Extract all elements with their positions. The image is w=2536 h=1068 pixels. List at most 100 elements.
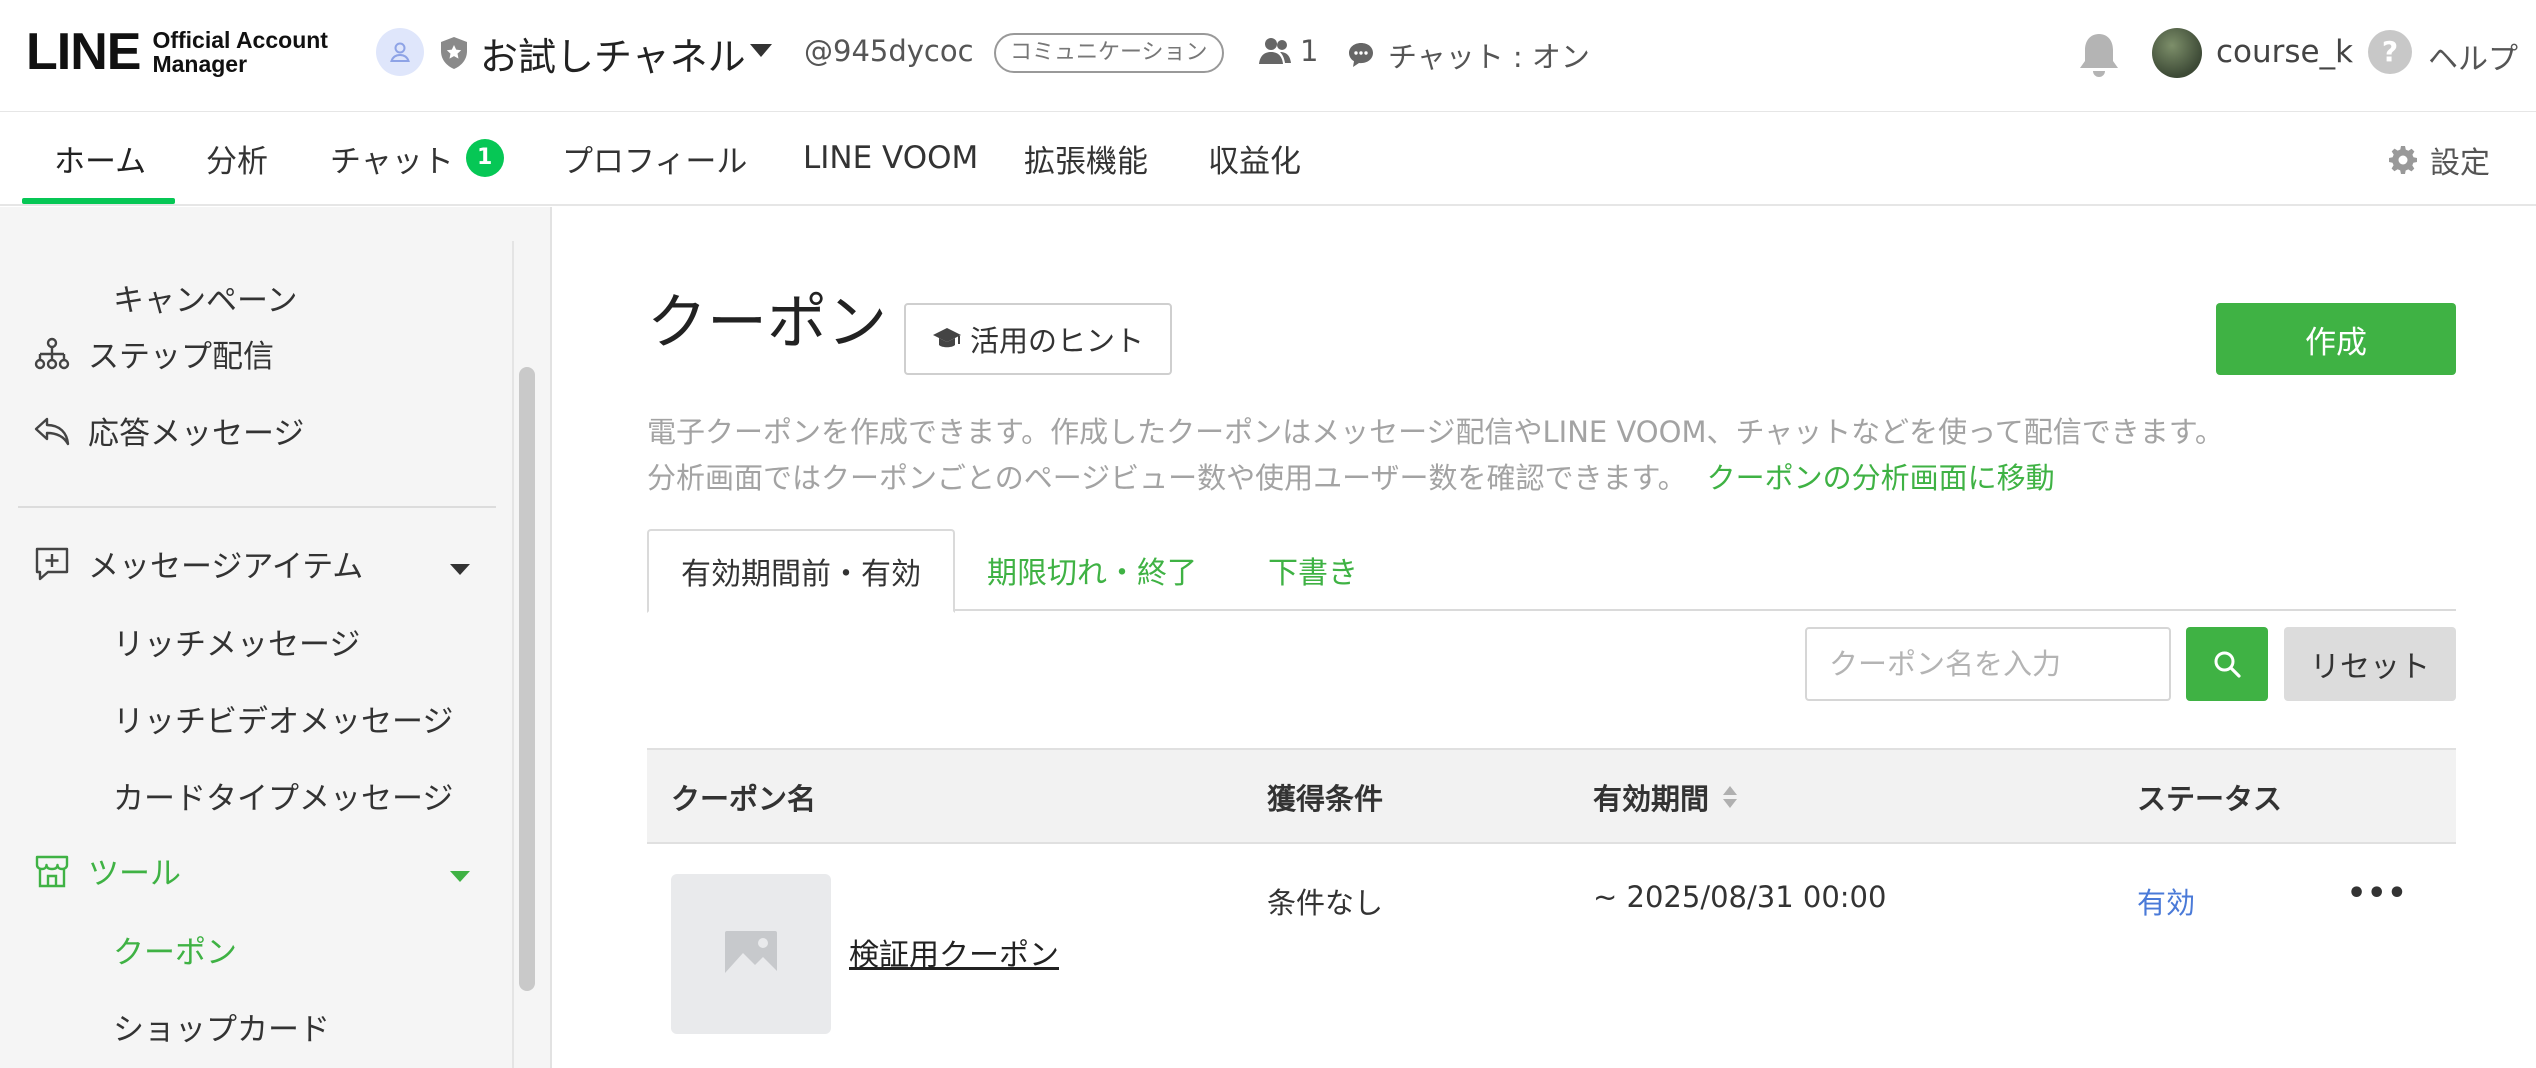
settings-link[interactable]: 設定: [2388, 138, 2490, 182]
chat-status-label: チャット : オン: [1388, 40, 1590, 74]
coupon-name-link[interactable]: 検証用クーポン: [849, 930, 1059, 974]
account-avatar[interactable]: [376, 28, 424, 76]
person-icon: [390, 42, 410, 62]
nav-tab-chat[interactable]: チャット 1: [330, 112, 504, 204]
verified-shield-icon: [441, 37, 467, 69]
column-header-status: ステータス: [2137, 782, 2283, 816]
page-title: クーポン: [647, 288, 887, 358]
sidebar-divider: [18, 506, 496, 508]
sidebar-item-tools[interactable]: ツール: [0, 848, 181, 893]
sidebar-item-label: ツール: [88, 856, 181, 892]
sidebar-scroll-track: [512, 241, 514, 1068]
nav-tab-line-voom[interactable]: LINE VOOM: [803, 112, 978, 204]
nav-tab-analytics[interactable]: 分析: [206, 112, 268, 204]
tab-active-coupons[interactable]: 有効期間前・有効: [647, 529, 955, 613]
bell-icon[interactable]: [2076, 30, 2122, 78]
description-line-1: 電子クーポンを作成できます。作成したクーポンはメッセージ配信やLINE VOOM…: [647, 415, 2224, 449]
logo-line-text: LINE: [26, 23, 141, 81]
nav-active-indicator: [22, 198, 175, 204]
user-avatar[interactable]: [2152, 28, 2202, 78]
friends-count: 1: [1258, 34, 1318, 68]
account-name-switcher[interactable]: お試しチャネル: [480, 26, 746, 81]
search-button[interactable]: [2186, 627, 2268, 701]
coupon-period: ~ 2025/08/31 00:00: [1593, 880, 1887, 914]
friends-count-value: 1: [1300, 34, 1319, 68]
tab-draft-coupons[interactable]: 下書き: [1268, 529, 1358, 611]
main-nav: ホーム 分析 チャット 1 プロフィール LINE VOOM 拡張機能 収益化 …: [0, 112, 2536, 206]
column-header-condition: 獲得条件: [1267, 782, 1384, 816]
step-flow-icon: [30, 332, 74, 376]
sidebar-item-label: メッセージアイテム: [88, 549, 364, 585]
nav-tab-label: 分析: [206, 143, 268, 180]
image-placeholder-icon: [725, 931, 777, 977]
coupon-tabs: 有効期間前・有効 期限切れ・終了 下書き: [647, 529, 2456, 613]
table-header: クーポン名 獲得条件 有効期間 ステータス: [647, 748, 2456, 844]
message-plus-icon: [30, 542, 74, 586]
nav-tab-profile[interactable]: プロフィール: [562, 112, 747, 204]
usage-hints-button[interactable]: 活用のヒント: [904, 303, 1172, 375]
chevron-down-icon[interactable]: [450, 871, 470, 882]
settings-label: 設定: [2430, 146, 2490, 181]
reset-button[interactable]: リセット: [2284, 627, 2456, 701]
sidebar-item-rich-video-message[interactable]: リッチビデオメッセージ: [113, 696, 453, 741]
sidebar-item-label: 応答メッセージ: [88, 416, 305, 452]
sidebar-item-message-items[interactable]: メッセージアイテム: [0, 541, 363, 586]
unread-badge: 1: [465, 139, 504, 177]
sidebar-item-card-type-message[interactable]: カードタイプメッセージ: [113, 773, 453, 818]
column-header-coupon-name: クーポン名: [671, 782, 817, 816]
user-name[interactable]: course_k: [2216, 34, 2353, 70]
sidebar-scrollbar[interactable]: [519, 367, 535, 991]
reply-icon: [30, 409, 74, 453]
line-oam-logo[interactable]: LINE Official Account Manager: [26, 26, 328, 78]
coupon-condition: 条件なし: [1267, 886, 1384, 920]
nav-tab-label: 拡張機能: [1024, 143, 1148, 180]
sidebar-item-step-delivery[interactable]: ステップ配信: [0, 331, 274, 376]
main-content: クーポン 活用のヒント 作成 電子クーポンを作成できます。作成したクーポンはメッ…: [554, 207, 2536, 1068]
column-header-period[interactable]: 有効期間: [1593, 750, 1739, 844]
nav-tab-label: チャット: [330, 143, 454, 180]
column-header-period-label: 有効期間: [1593, 782, 1710, 816]
nav-tab-extensions[interactable]: 拡張機能: [1024, 112, 1148, 204]
nav-tab-monetization[interactable]: 収益化: [1208, 112, 1301, 204]
graduation-cap-icon: [932, 328, 961, 348]
sidebar-item-shop-card[interactable]: ショップカード: [113, 1004, 330, 1049]
sidebar-item-auto-reply[interactable]: 応答メッセージ: [0, 408, 304, 453]
description-text: 分析画面ではクーポンごとのページビュー数や使用ユーザー数を確認できます。: [647, 461, 1687, 495]
help-icon[interactable]: ?: [2368, 30, 2412, 74]
top-header: LINE Official Account Manager お試しチャネル @9…: [0, 0, 2536, 112]
logo-sub-text: Official Account Manager: [152, 28, 328, 76]
usage-hints-label: 活用のヒント: [969, 324, 1144, 358]
nav-tab-label: ホーム: [54, 143, 147, 180]
account-category-badge: コミュニケーション: [994, 33, 1224, 73]
nav-tab-label: LINE VOOM: [803, 140, 979, 176]
coupon-thumbnail: [671, 874, 831, 1034]
chat-bubble-icon: [1349, 43, 1373, 67]
sort-icon: [1723, 786, 1738, 808]
nav-tab-label: 収益化: [1208, 143, 1301, 180]
gear-icon: [2389, 146, 2417, 174]
coupon-search-input[interactable]: [1805, 627, 2171, 701]
chevron-down-icon[interactable]: [450, 564, 470, 575]
tab-expired-coupons[interactable]: 期限切れ・終了: [987, 529, 1197, 611]
nav-tab-home[interactable]: ホーム: [54, 112, 146, 204]
sidebar-item-coupon[interactable]: クーポン: [113, 927, 237, 972]
people-icon: [1259, 38, 1291, 64]
coupon-analytics-link[interactable]: クーポンの分析画面に移動: [1707, 461, 2055, 495]
description-line-2: 分析画面ではクーポンごとのページビュー数や使用ユーザー数を確認できます。 クーポン…: [647, 455, 2055, 497]
sidebar-item-rich-message[interactable]: リッチメッセージ: [113, 619, 360, 664]
store-icon: [30, 849, 74, 893]
table-row: 検証用クーポン 条件なし ~ 2025/08/31 00:00 有効 •••: [647, 844, 2456, 1068]
more-options-icon[interactable]: •••: [2347, 876, 2408, 911]
coupon-status: 有効: [2137, 886, 2196, 920]
chevron-down-icon[interactable]: [750, 44, 772, 57]
chat-status[interactable]: チャット : オン: [1346, 34, 1590, 76]
create-button[interactable]: 作成: [2216, 303, 2456, 375]
logo-sub-line-1: Official Account: [152, 27, 328, 53]
account-id: @945dycoc: [804, 34, 974, 68]
sidebar: キャンペーン ステップ配信 応答メッセージ メッセージアイテム リッチメッセージ…: [0, 207, 552, 1068]
search-icon: [2214, 651, 2241, 678]
sidebar-item-label: ステップ配信: [88, 339, 274, 375]
help-link[interactable]: ヘルプ: [2428, 34, 2518, 78]
sidebar-item-campaign[interactable]: キャンペーン: [113, 275, 297, 320]
nav-tab-label: プロフィール: [562, 143, 748, 180]
